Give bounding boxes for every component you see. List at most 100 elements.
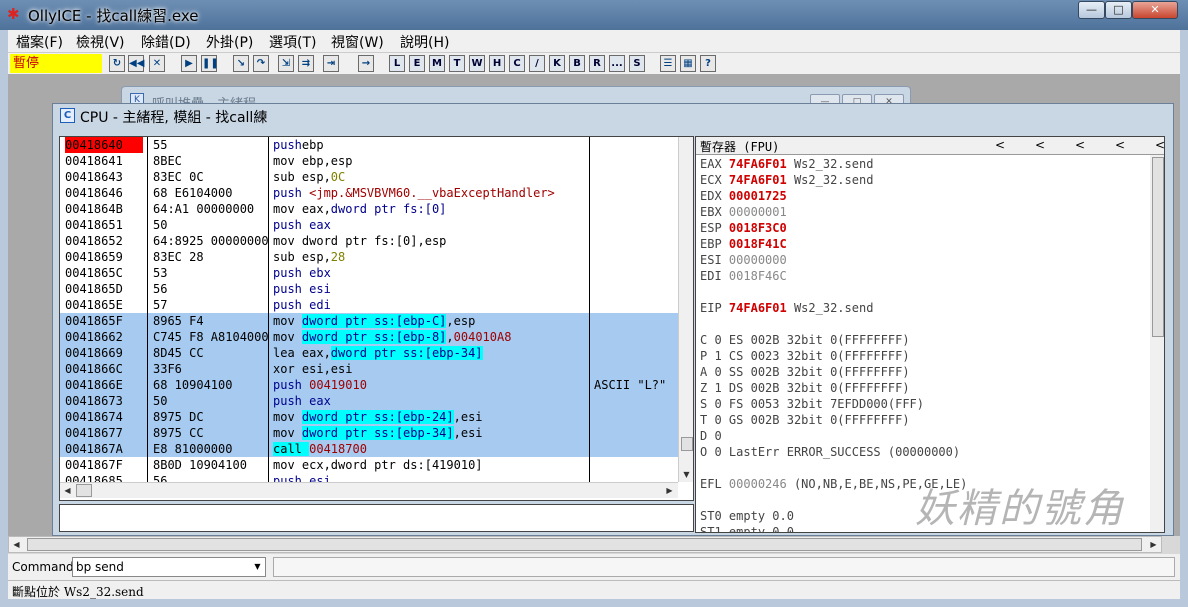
register-line[interactable]: A 0 SS 002B 32bit 0(FFFFFFFF) (700, 364, 910, 380)
register-line[interactable]: O 0 LastErr ERROR_SUCCESS (00000000) (700, 444, 960, 460)
register-line[interactable]: Z 1 DS 002B 32bit 0(FFFFFFFF) (700, 380, 910, 396)
disassembly-row[interactable]: 0041865F 8965 F4 mov dword ptr ss:[ebp-C],… (60, 313, 680, 329)
close-button[interactable]: ✕ (1132, 1, 1178, 19)
tool-l-button[interactable]: L (389, 55, 405, 72)
register-line[interactable]: EBP 0018F41C (700, 236, 787, 252)
chevron-left-icon[interactable]: < (1113, 137, 1127, 153)
main-horizontal-scrollbar[interactable]: ◀ ▶ (8, 536, 1162, 553)
disassembly-pane[interactable]: 00418640 55 pushebp 00418641 8BEC mov ebp,esp… (59, 136, 694, 501)
scroll-left-icon[interactable]: ◀ (9, 537, 24, 552)
menu-item[interactable]: 選項(T) (269, 32, 316, 52)
disassembly-row[interactable]: 00418669 8D45 CC lea eax,dword ptr ss:[ebp… (60, 345, 680, 361)
execute-till-return-icon[interactable]: ⇥ (323, 55, 339, 72)
scroll-right-icon[interactable]: ▶ (662, 483, 677, 498)
grid-icon[interactable]: ▦ (680, 55, 696, 72)
register-line[interactable]: ESI 00000000 (700, 252, 787, 268)
register-line[interactable]: EIP 74FA6F01 Ws2_32.send (700, 300, 873, 316)
title-bar[interactable]: ✱ OllyICE - 找call練習.exe — □ ✕ (0, 0, 1188, 30)
disassembly-row[interactable]: 0041866E 68 10904100 push 00419010 ASCII "L… (60, 377, 680, 393)
register-line[interactable]: C 0 ES 002B 32bit 0(FFFFFFFF) (700, 332, 910, 348)
scroll-thumb[interactable] (681, 437, 693, 451)
scroll-down-icon[interactable]: ▼ (679, 467, 693, 482)
go-to-icon[interactable]: → (358, 55, 374, 72)
animate-over-icon[interactable]: ⇉ (298, 55, 314, 72)
scroll-right-icon[interactable]: ▶ (1146, 537, 1161, 552)
register-line[interactable]: D 0 (700, 428, 722, 444)
chevron-left-icon[interactable]: < (1073, 137, 1087, 153)
disassembly-row[interactable]: 00418662 C745 F8 A8104000 mov dword ptr ss… (60, 329, 680, 345)
register-line[interactable]: EDX 00001725 (700, 188, 787, 204)
scroll-left-icon[interactable]: ◀ (60, 483, 75, 498)
disassembly-row[interactable]: 00418640 55 pushebp (60, 137, 680, 153)
tool-w-button[interactable]: W (469, 55, 485, 72)
scroll-thumb[interactable] (76, 484, 92, 497)
register-line[interactable]: ESP 0018F3C0 (700, 220, 787, 236)
menu-item[interactable]: 外掛(P) (206, 32, 253, 52)
disassembly-row[interactable]: 00418673 50 push eax (60, 393, 680, 409)
stop-icon[interactable]: ✕ (149, 55, 165, 72)
register-line[interactable]: EAX 74FA6F01 Ws2_32.send (700, 156, 873, 172)
chevron-left-icon[interactable]: < (1153, 137, 1164, 153)
run-icon[interactable]: ▶ (181, 55, 197, 72)
tool-more-button[interactable]: ... (609, 55, 625, 72)
tool-b-button[interactable]: B (569, 55, 585, 72)
disassembly-row[interactable]: 00418677 8975 CC mov dword ptr ss:[ebp-34]… (60, 425, 680, 441)
disassembly-row[interactable]: 0041867A E8 81000000 call 00418700 (60, 441, 680, 457)
step-into-icon[interactable]: ↘ (233, 55, 249, 72)
disassembly-row[interactable]: 0041864B 64:A1 00000000 mov eax,dword ptr … (60, 201, 680, 217)
chevron-left-icon[interactable]: < (1033, 137, 1047, 153)
rewind-icon[interactable]: ◀◀ (128, 55, 144, 72)
menu-item[interactable]: 檢視(V) (76, 32, 125, 52)
open-icon[interactable]: ↻ (109, 55, 125, 72)
tool-s-button[interactable]: S (629, 55, 645, 72)
maximize-button[interactable]: □ (1105, 1, 1132, 19)
register-line[interactable]: EDI 0018F46C (700, 268, 787, 284)
disassembly-row[interactable]: 00418652 64:8925 00000000 mov dword ptr fs… (60, 233, 680, 249)
command-input[interactable]: bp send (72, 557, 266, 577)
chevron-down-icon[interactable]: ▼ (250, 558, 265, 576)
tool-r-button[interactable]: R (589, 55, 605, 72)
disassembly-row[interactable]: 0041867F 8B0D 10904100 mov ecx,dword ptr d… (60, 457, 680, 473)
tool-e-button[interactable]: E (409, 55, 425, 72)
menu-item[interactable]: 說明(H) (400, 32, 449, 52)
info-pane[interactable] (59, 504, 694, 532)
animate-into-icon[interactable]: ⇲ (278, 55, 294, 72)
disassembly-row[interactable]: 00418659 83EC 28 sub esp,28 (60, 249, 680, 265)
tool-c-button[interactable]: C (509, 55, 525, 72)
tool-m-button[interactable]: M (429, 55, 445, 72)
minimize-button[interactable]: — (1078, 1, 1105, 19)
disassembly-row[interactable]: 0041865E 57 push edi (60, 297, 680, 313)
disassembly-vertical-scrollbar[interactable]: ▼ (678, 137, 693, 482)
register-line[interactable]: S 0 FS 0053 32bit 7EFDD000(FFF) (700, 396, 924, 412)
disassembly-row[interactable]: 00418643 83EC 0C sub esp,0C (60, 169, 680, 185)
register-line[interactable]: EBX 00000001 (700, 204, 787, 220)
menu-item[interactable]: 除錯(D) (141, 32, 191, 52)
disassembly-row[interactable]: 0041866C 33F6 xor esi,esi (60, 361, 680, 377)
chevron-left-icon[interactable]: < (993, 137, 1007, 153)
menu-item[interactable]: 檔案(F) (16, 32, 63, 52)
scroll-thumb[interactable] (27, 538, 1142, 551)
tool-t-button[interactable]: T (449, 55, 465, 72)
disassembly-row[interactable]: 00418646 68 E6104000 push <jmp.&MSVBVM60._… (60, 185, 680, 201)
register-line[interactable]: ECX 74FA6F01 Ws2_32.send (700, 172, 873, 188)
registers-scrollbar[interactable] (1150, 155, 1164, 532)
menu-item[interactable]: 視窗(W) (331, 32, 384, 52)
list-icon[interactable]: ☰ (660, 55, 676, 72)
register-line[interactable]: P 1 CS 0023 32bit 0(FFFFFFFF) (700, 348, 910, 364)
register-line[interactable]: ST1 empty 0.0 (700, 524, 794, 532)
disassembly-row[interactable]: 00418674 8975 DC mov dword ptr ss:[ebp-24]… (60, 409, 680, 425)
tool-h-button[interactable]: H (489, 55, 505, 72)
tool-k-button[interactable]: K (549, 55, 565, 72)
registers-pane[interactable]: 暫存器 (FPU) < < < < < EAX 74FA6F01 Ws2_32.send… (695, 136, 1165, 533)
disassembly-row[interactable]: 0041865D 56 push esi (60, 281, 680, 297)
tool-slash-button[interactable]: / (529, 55, 545, 72)
register-line[interactable]: T 0 GS 002B 32bit 0(FFFFFFFF) (700, 412, 910, 428)
disassembly-row[interactable]: 00418651 50 push eax (60, 217, 680, 233)
pause-icon[interactable]: ❚❚ (201, 55, 219, 72)
disassembly-row[interactable]: 00418641 8BEC mov ebp,esp (60, 153, 680, 169)
disassembly-horizontal-scrollbar[interactable]: ◀ ▶ (60, 482, 678, 498)
scroll-thumb[interactable] (1152, 157, 1164, 337)
step-over-icon[interactable]: ↷ (253, 55, 269, 72)
register-line[interactable]: ST0 empty 0.0 (700, 508, 794, 524)
help-icon[interactable]: ? (700, 55, 716, 72)
